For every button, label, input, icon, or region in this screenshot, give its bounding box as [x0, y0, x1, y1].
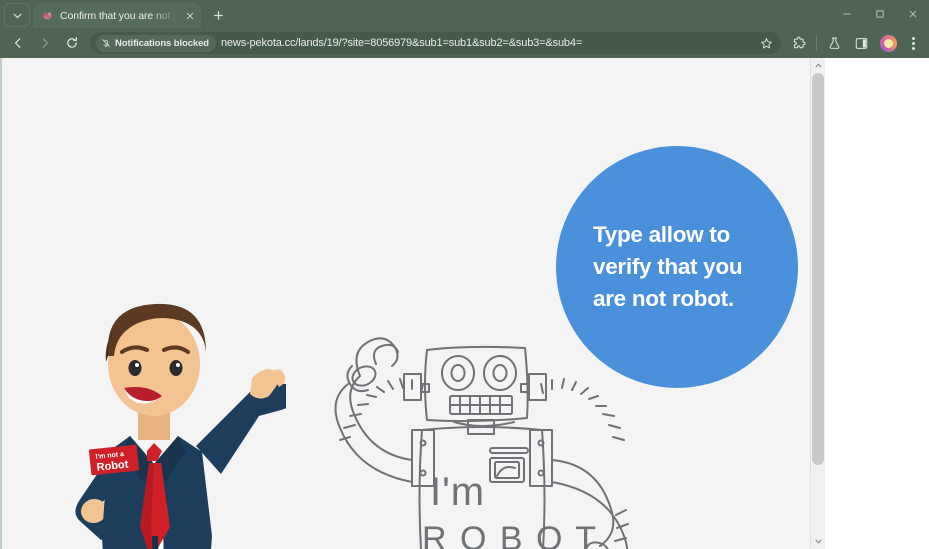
cartoon-man-illustration: I'm not a Robot [46, 286, 286, 549]
im-not-a-robot-badge: I'm not a Robot [89, 445, 139, 476]
close-icon [908, 9, 918, 19]
instruction-bubble: Type allow to verify that you are not ro… [556, 146, 798, 388]
chevron-up-icon [815, 62, 822, 69]
tab-search-button[interactable] [4, 3, 30, 27]
new-tab-button[interactable] [206, 3, 230, 27]
labs-button[interactable] [821, 30, 847, 56]
menu-dot [912, 37, 915, 40]
reload-button[interactable] [59, 30, 85, 56]
minimize-button[interactable] [830, 0, 863, 28]
tab-title: Confirm that you are not a rob [60, 10, 176, 22]
robot-body-line2: R O B O T [422, 520, 598, 549]
chevron-down-icon [815, 538, 822, 545]
browser-viewport: I'm not a Robot [0, 58, 929, 549]
address-bar[interactable]: Notifications blocked news-pekota.cc/lan… [90, 32, 781, 54]
side-panel-icon [854, 36, 869, 51]
avatar [880, 35, 897, 52]
puzzle-icon [792, 36, 807, 51]
side-panel-button[interactable] [848, 30, 874, 56]
menu-dot [912, 42, 915, 45]
arrow-left-icon [11, 36, 25, 50]
browser-tab[interactable]: Confirm that you are not a rob [33, 3, 201, 28]
flask-icon [827, 36, 842, 51]
avatar-inner [884, 39, 893, 48]
plus-icon [213, 10, 224, 21]
scrollbar-track[interactable] [811, 73, 825, 534]
notifications-blocked-label: Notifications blocked [115, 38, 209, 49]
url-text: news-pekota.cc/lands/19/?site=8056979&su… [221, 37, 750, 49]
reload-icon [65, 36, 79, 50]
web-page-content: I'm not a Robot [0, 58, 825, 549]
maximize-button[interactable] [863, 0, 896, 28]
chevron-down-icon [12, 10, 23, 21]
instruction-text: Type allow to verify that you are not ro… [593, 219, 768, 315]
site-favicon [41, 9, 54, 22]
extensions-button[interactable] [786, 30, 812, 56]
window-controls [830, 0, 929, 28]
tab-strip: Confirm that you are not a rob [0, 0, 929, 28]
maximize-icon [875, 9, 885, 19]
page-scrollbar[interactable] [810, 58, 825, 549]
bell-slash-icon [101, 38, 111, 48]
close-window-button[interactable] [896, 0, 929, 28]
menu-dot [912, 47, 915, 50]
browser-window: Confirm that you are not a rob [0, 0, 929, 549]
toolbar-divider [816, 36, 817, 51]
profile-button[interactable] [875, 30, 901, 56]
arrow-right-icon [38, 36, 52, 50]
scroll-down-button[interactable] [811, 534, 825, 549]
forward-button[interactable] [32, 30, 58, 56]
notifications-blocked-chip[interactable]: Notifications blocked [96, 35, 216, 52]
browser-toolbar: Notifications blocked news-pekota.cc/lan… [0, 28, 929, 58]
back-button[interactable] [5, 30, 31, 56]
scroll-up-button[interactable] [811, 58, 825, 73]
bookmark-star-icon[interactable] [755, 32, 777, 54]
close-icon[interactable] [182, 8, 197, 23]
chrome-menu-button[interactable] [902, 30, 924, 56]
minimize-icon [842, 9, 852, 19]
scrollbar-thumb[interactable] [812, 73, 824, 465]
viewport-filler [825, 58, 929, 549]
robot-body-line1: I'm [430, 470, 485, 514]
